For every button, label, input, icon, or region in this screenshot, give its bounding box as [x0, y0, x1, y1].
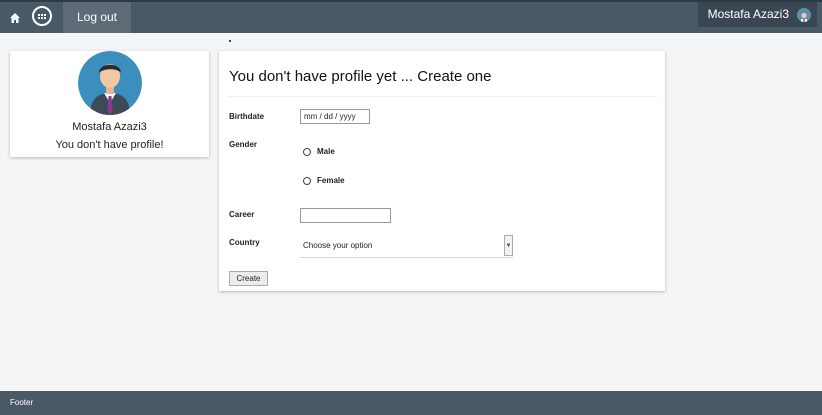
form-title: You don't have profile yet ... Create on… — [229, 68, 492, 85]
create-profile-card: You don't have profile yet ... Create on… — [219, 51, 665, 291]
chevron-down-icon[interactable]: ▼ — [504, 235, 513, 256]
user-menu-name: Mostafa Azazi3 — [707, 7, 789, 21]
top-navbar: Log out Mostafa Azazi3 — [0, 0, 822, 33]
title-divider — [229, 96, 657, 97]
country-select-value: Choose your option — [303, 241, 373, 250]
career-input[interactable] — [300, 208, 391, 223]
profile-card: Mostafa Azazi3 You don't have profile! — [10, 51, 209, 157]
country-label: Country — [229, 238, 260, 247]
birthdate-input[interactable]: mm / dd / yyyy — [300, 109, 370, 124]
logout-link[interactable]: Log out — [63, 2, 131, 33]
radio-circle — [303, 148, 311, 156]
country-select[interactable]: Choose your option ▼ — [300, 235, 513, 258]
user-menu[interactable]: Mostafa Azazi3 — [697, 2, 817, 27]
brand-logo-icon[interactable] — [32, 6, 52, 26]
profile-name: Mostafa Azazi3 — [72, 121, 147, 133]
gender-label: Gender — [229, 140, 258, 149]
profile-status: You don't have profile! — [55, 139, 164, 151]
user-avatar-icon — [797, 8, 811, 22]
birthdate-label: Birthdate — [229, 112, 265, 121]
create-button[interactable]: Create — [229, 271, 268, 286]
footer-text: Footer — [10, 398, 34, 407]
person-avatar-icon — [78, 51, 142, 115]
footer: Footer — [0, 391, 822, 415]
home-icon[interactable] — [9, 11, 21, 23]
career-label: Career — [229, 210, 255, 219]
radio-circle — [303, 177, 311, 185]
gender-female-label: Female — [317, 176, 345, 185]
stray-dot — [229, 40, 231, 42]
gender-male-label: Male — [317, 147, 335, 156]
